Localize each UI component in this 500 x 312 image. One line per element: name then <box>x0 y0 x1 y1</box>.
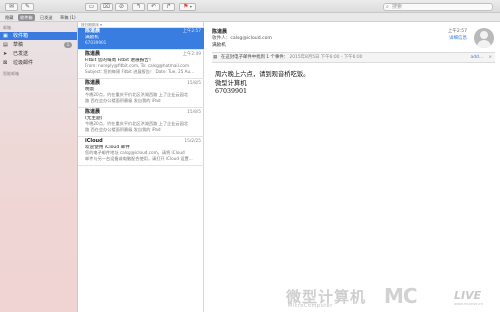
count-badge: 1 <box>64 42 72 48</box>
reader-date: 上午2:57 <box>447 29 467 34</box>
search-icon: ⌕ <box>386 4 389 10</box>
list-item[interactable]: 陈道晨 上午2:57 满励机 67039901 <box>78 28 204 50</box>
sidebar-item-label: 收件箱 <box>13 33 29 39</box>
message-body: 周六晚上六点，请到观音桥吃饭。 微型计算机 67039901 <box>215 71 309 97</box>
compose-icon: ✎ <box>24 3 31 10</box>
message-preview-line2: 邮件与另一台设备或电脑配合使用，请打开 iCloud 设置... <box>85 155 193 161</box>
list-item[interactable]: 陈道晨 15/8/5 (无主题) 今晚20点，约在重庆平价北区洪湖西路 上了企业… <box>78 109 204 137</box>
junk-button[interactable]: ⊘ <box>115 3 128 11</box>
archive-button[interactable]: ▭ <box>85 3 98 11</box>
avatar-head <box>480 31 488 39</box>
favorites-bar: 隐藏 收件箱 已发送 草稿 (1) <box>0 13 500 22</box>
calendar-event-banner: ▦ 在这封电子邮件中找到 1 个事件： 2015年8月5日 下午6:00 - 下… <box>212 53 495 63</box>
calendar-banner-text: 在这封电子邮件中找到 1 个事件： <box>221 55 289 60</box>
sidebar-item-sent[interactable]: ➤ 已发送 <box>0 50 77 58</box>
recipient-label: 收件人： <box>212 36 231 41</box>
reply-all-button[interactable]: ↶ <box>147 3 160 11</box>
archive-icon: ▭ <box>88 3 95 10</box>
chevron-down-icon: ▾ <box>188 4 192 9</box>
drafts-icon: ▤ <box>3 42 8 48</box>
mailboxes-header: 邮箱 <box>3 25 11 30</box>
message-preview: From: noreply@fitbit.com, To: calsg@hotm… <box>85 63 190 69</box>
smart-mailboxes-header: 智能邮箱 <box>3 71 19 76</box>
body-line: 67039901 <box>215 88 248 96</box>
favorite-sent[interactable]: 已发送 <box>38 14 55 21</box>
message-date: 上午2:57 <box>182 29 201 34</box>
message-list: 按日期排序 ▾ 陈道晨 上午2:57 满励机 67039901 陈道晨 上午2:… <box>78 22 204 312</box>
message-date: 上午2:49 <box>182 52 201 57</box>
sent-icon: ➤ <box>3 51 8 57</box>
watermark-en: MicroComputer <box>288 303 333 309</box>
sidebar-item-label: 已发送 <box>13 51 29 57</box>
calendar-icon: ▦ <box>213 55 218 60</box>
watermark: 微型计算机 MicroComputer MC LIVE www.mcplive.… <box>286 284 496 310</box>
search-placeholder: 搜索 <box>392 4 403 10</box>
sidebar: 邮箱 ▣ 收件箱 ▤ 草稿 1 ➤ 已发送 ⊠ 垃圾邮件 智能邮箱 <box>0 22 78 312</box>
delete-button[interactable]: ⌧ <box>100 3 113 11</box>
inbox-icon: ▣ <box>3 33 8 39</box>
details-link[interactable]: 详细信息 <box>449 35 467 41</box>
hide-button[interactable]: 隐藏 <box>3 14 15 21</box>
message-preview-line2: Subject: 您的每周 Fitbit 进展报告！ Date: Tue, 25… <box>85 68 195 74</box>
message-reader: 陈道晨 收件人：calsg@icloud.com 满励机 上午2:57 详细信息… <box>205 22 500 312</box>
list-item[interactable]: 陈道晨 上午2:49 Fitbit 您的每周 Fitbit 进展报告！ From… <box>78 51 204 79</box>
message-date: 15/8/5 <box>187 81 201 86</box>
message-date: 15/8/5 <box>187 110 201 115</box>
trash-icon: ⌧ <box>103 3 110 10</box>
forward-icon: ↱ <box>165 3 172 10</box>
reply-icon: ↰ <box>135 3 142 10</box>
message-preview: 您的电子邮件地址 calsg@icloud.com。请将 iCloud <box>85 150 185 156</box>
junk-icon: ⊘ <box>118 3 125 10</box>
favorite-inbox[interactable]: 收件箱 <box>18 14 35 21</box>
message-preview-line2: 路 西在会办公楼面积最级 发自我的 iPad <box>85 126 161 132</box>
close-icon[interactable]: × <box>488 53 492 63</box>
reader-sender: 陈道晨 <box>212 29 228 35</box>
favorite-drafts[interactable]: 草稿 (1) <box>58 14 78 21</box>
message-date: 15/2/25 <box>184 139 201 144</box>
sidebar-item-label: 草稿 <box>13 42 24 48</box>
watermark-url: www.mcplive.cn <box>454 302 484 306</box>
sidebar-item-junk[interactable]: ⊠ 垃圾邮件 <box>0 59 77 67</box>
get-mail-button[interactable]: ✉ <box>5 3 18 11</box>
message-preview: 67039901 <box>85 40 107 46</box>
calendar-banner-detail: 2015年8月5日 下午6:00 - 下午6:00 <box>289 55 363 60</box>
sidebar-item-drafts[interactable]: ▤ 草稿 1 <box>0 41 77 49</box>
list-item[interactable]: 陈道晨 15/8/5 晚饭 今晚20点，约在重庆平价北区洪湖西路 上了企业云园北… <box>78 80 204 108</box>
avatar-body <box>477 40 491 48</box>
sidebar-item-inbox[interactable]: ▣ 收件箱 <box>0 32 77 40</box>
body-line: 微型计算机 <box>215 79 247 87</box>
reader-recipient: 收件人：calsg@icloud.com <box>212 35 272 41</box>
reply-all-icon: ↶ <box>150 3 157 10</box>
recipient-address[interactable]: calsg@icloud.com <box>230 36 272 41</box>
list-item[interactable]: iCloud 15/2/25 欢迎使用 iCloud 邮件 您的电子邮件地址 c… <box>78 138 204 166</box>
toolbar: ✉ ✎ ▭ ⌧ ⊘ ↰ ↶ ↱ ⚑ ▾ ⌕ 搜索 <box>0 0 500 13</box>
search-input[interactable]: ⌕ 搜索 <box>383 3 493 11</box>
forward-button[interactable]: ↱ <box>162 3 175 11</box>
message-preview: 今晚20点，约在重庆平价北区洪湖西路 上了企业云园北 <box>85 92 188 98</box>
body-line: 周六晚上六点，请到观音桥吃饭。 <box>215 71 310 78</box>
message-preview-line2: 路 西在会办公楼面积最级 发自我的 iPad <box>85 97 161 103</box>
watermark-logo: MC <box>384 284 418 308</box>
watermark-live: LIVE <box>454 289 482 302</box>
reader-subject: 满励机 <box>212 43 226 48</box>
envelope-icon: ✉ <box>8 3 15 10</box>
message-preview: 今晚20点，约在重庆平价北区洪湖西路 上了企业云园北 <box>85 121 188 127</box>
add-event-button[interactable]: add... <box>471 53 483 63</box>
junk-icon: ⊠ <box>3 60 8 66</box>
flag-button[interactable]: ⚑ ▾ <box>179 3 196 11</box>
reply-button[interactable]: ↰ <box>132 3 145 11</box>
sidebar-item-label: 垃圾邮件 <box>13 60 34 66</box>
compose-button[interactable]: ✎ <box>21 3 34 11</box>
avatar <box>474 28 494 48</box>
